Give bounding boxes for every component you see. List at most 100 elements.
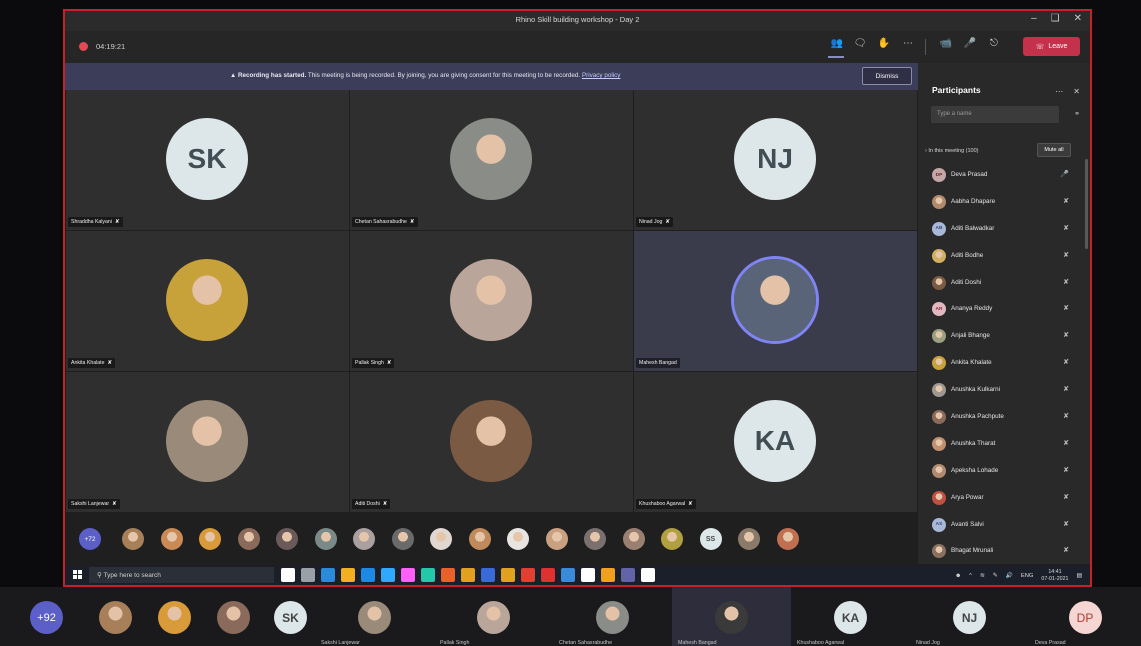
participant-row[interactable]: AB Aditi Balwadkar ✘ xyxy=(918,216,1083,243)
strip-participant[interactable]: NJ Ninad Jog xyxy=(910,587,1029,646)
tray-avatar[interactable] xyxy=(738,528,760,550)
mute-all-button[interactable]: Mute all xyxy=(1037,143,1071,157)
tray-avatar[interactable] xyxy=(584,528,606,550)
minimize-icon[interactable]: – xyxy=(1031,13,1037,24)
mic-off-icon[interactable]: ✘ xyxy=(1063,385,1069,393)
participant-row[interactable]: Anjali Bhange ✘ xyxy=(918,323,1083,350)
taskbar-app-icon[interactable] xyxy=(301,568,315,582)
strip-participant[interactable]: DP Deva Prasad xyxy=(1029,587,1141,646)
mic-off-icon[interactable]: ✘ xyxy=(1063,358,1069,366)
tray-avatar[interactable] xyxy=(545,528,568,550)
mic-off-icon[interactable]: ✘ xyxy=(1063,466,1069,474)
mic-off-icon[interactable]: ✘ xyxy=(1063,439,1069,447)
strip-participant[interactable] xyxy=(90,587,140,646)
tray-avatar[interactable] xyxy=(237,528,260,550)
tray-avatar[interactable] xyxy=(199,528,221,550)
mic-off-icon[interactable]: ✘ xyxy=(1063,251,1069,259)
close-panel-icon[interactable]: ✕ xyxy=(1073,87,1080,96)
privacy-policy-link[interactable]: Privacy policy xyxy=(582,72,621,79)
taskbar-app-icon[interactable] xyxy=(541,568,555,582)
participant-row[interactable]: Arya Powar ✘ xyxy=(918,485,1083,512)
video-tile[interactable]: Pallak Singh ✘ xyxy=(350,231,633,371)
participant-row[interactable]: Aditi Doshi ✘ xyxy=(918,270,1083,297)
taskbar-search-input[interactable]: ⚲ Type here to search xyxy=(89,567,274,583)
strip-participant[interactable]: SK xyxy=(268,587,313,646)
strip-participant[interactable]: Mahesh Bangad xyxy=(672,587,791,646)
clock[interactable]: 14:41 07-01-2021 xyxy=(1041,569,1068,582)
overflow-count-badge[interactable]: +72 xyxy=(79,528,101,550)
tray-avatar[interactable] xyxy=(776,528,799,550)
tray-avatar[interactable] xyxy=(507,528,529,550)
participant-row[interactable]: Ankita Khalate ✘ xyxy=(918,350,1083,377)
notifications-icon[interactable]: ▤ xyxy=(1077,573,1082,579)
tray-avatar[interactable] xyxy=(353,528,375,550)
taskbar-app-icon[interactable] xyxy=(601,568,615,582)
participant-row[interactable]: Apeksha Lohade ✘ xyxy=(918,458,1083,485)
video-tile[interactable]: SK Shraddha Kalyani ✘ xyxy=(66,90,349,230)
video-tile[interactable]: Ankita Khalate ✘ xyxy=(66,231,349,371)
show-hidden-icons-icon[interactable]: ^ xyxy=(969,573,972,579)
tray-avatar[interactable] xyxy=(391,528,414,550)
taskbar-app-icon[interactable] xyxy=(381,568,395,582)
participant-row[interactable]: AR Ananya Reddy ✘ xyxy=(918,296,1083,323)
tray-avatar[interactable] xyxy=(430,528,452,550)
participant-row[interactable]: Aditi Bodhe ✘ xyxy=(918,243,1083,270)
participant-row[interactable]: AS Avanti Salvi ✘ xyxy=(918,512,1083,539)
video-tile[interactable]: Mahesh Bangad xyxy=(634,231,917,371)
tray-avatar[interactable] xyxy=(160,528,183,550)
taskbar-app-icon[interactable] xyxy=(321,568,335,582)
panel-scrollbar[interactable] xyxy=(1085,159,1088,249)
share-invite-icon[interactable]: ⚭ xyxy=(1074,110,1080,118)
participant-row[interactable]: Anushka Pachpute ✘ xyxy=(918,404,1083,431)
participant-row[interactable]: DP Deva Prasad 🎤 xyxy=(918,162,1083,189)
pen-icon[interactable]: ✎ xyxy=(993,573,998,579)
participant-row[interactable]: Anushka Tharat ✘ xyxy=(918,431,1083,458)
strip-participant[interactable]: KA Khushaboo Agarwal xyxy=(791,587,910,646)
people-icon[interactable]: ☻ xyxy=(955,573,961,579)
mic-off-icon[interactable]: ✘ xyxy=(1063,278,1069,286)
video-tile[interactable]: NJ Ninad Jog ✘ xyxy=(634,90,917,230)
share-screen-icon[interactable]: ⎋ xyxy=(985,38,1003,49)
tray-avatar[interactable] xyxy=(661,528,683,550)
camera-off-icon[interactable]: 📹 xyxy=(937,38,955,49)
more-options-icon[interactable]: ⋯ xyxy=(1055,87,1063,96)
microphone-icon[interactable]: 🎤 xyxy=(961,38,979,49)
taskbar-app-icon[interactable] xyxy=(281,568,295,582)
taskbar-app-icon[interactable] xyxy=(621,568,635,582)
raise-hand-icon[interactable]: ✋ xyxy=(875,38,893,49)
taskbar-app-icon[interactable] xyxy=(481,568,495,582)
strip-participant[interactable]: Sakshi Lanjewar xyxy=(315,587,434,646)
close-icon[interactable]: ✕ xyxy=(1074,13,1082,24)
strip-participant[interactable]: Pallak Singh xyxy=(434,587,553,646)
taskbar-app-icon[interactable] xyxy=(581,568,595,582)
taskbar-app-icon[interactable] xyxy=(461,568,475,582)
taskbar-app-icon[interactable] xyxy=(421,568,435,582)
mic-off-icon[interactable]: ✘ xyxy=(1063,304,1069,312)
taskbar-app-icon[interactable] xyxy=(341,568,355,582)
mic-off-icon[interactable]: ✘ xyxy=(1063,331,1069,339)
tray-avatar[interactable] xyxy=(314,528,337,550)
tray-avatar[interactable] xyxy=(276,528,298,550)
tray-avatar[interactable] xyxy=(122,528,144,550)
in-meeting-section[interactable]: › In this meeting (100) xyxy=(925,148,979,154)
taskbar-app-icon[interactable] xyxy=(561,568,575,582)
taskbar-app-icon[interactable] xyxy=(521,568,535,582)
participant-search-input[interactable]: Type a name xyxy=(931,106,1059,123)
mic-off-icon[interactable]: ✘ xyxy=(1063,412,1069,420)
participant-row[interactable]: Bhagat Mrunali ✘ xyxy=(918,538,1083,565)
dismiss-button[interactable]: Dismiss xyxy=(862,67,912,85)
windows-start-icon[interactable] xyxy=(73,570,82,579)
mic-off-icon[interactable]: ✘ xyxy=(1063,493,1069,501)
leave-button[interactable]: ☏ Leave xyxy=(1023,37,1080,56)
mic-off-icon[interactable]: ✘ xyxy=(1063,224,1069,232)
participants-icon[interactable]: 👥 xyxy=(828,38,846,49)
tray-avatar[interactable]: SS xyxy=(699,528,722,550)
taskbar-app-icon[interactable] xyxy=(501,568,515,582)
tray-avatar[interactable] xyxy=(622,528,645,550)
mic-off-icon[interactable]: ✘ xyxy=(1063,520,1069,528)
chat-icon[interactable]: 🗨 xyxy=(851,38,869,49)
video-tile[interactable]: Sakshi Lanjewar ✘ xyxy=(66,372,349,512)
mic-off-icon[interactable]: ✘ xyxy=(1063,546,1069,554)
overflow-count-badge[interactable]: +92 xyxy=(30,601,63,634)
video-tile[interactable]: Aditi Doshi ✘ xyxy=(350,372,633,512)
